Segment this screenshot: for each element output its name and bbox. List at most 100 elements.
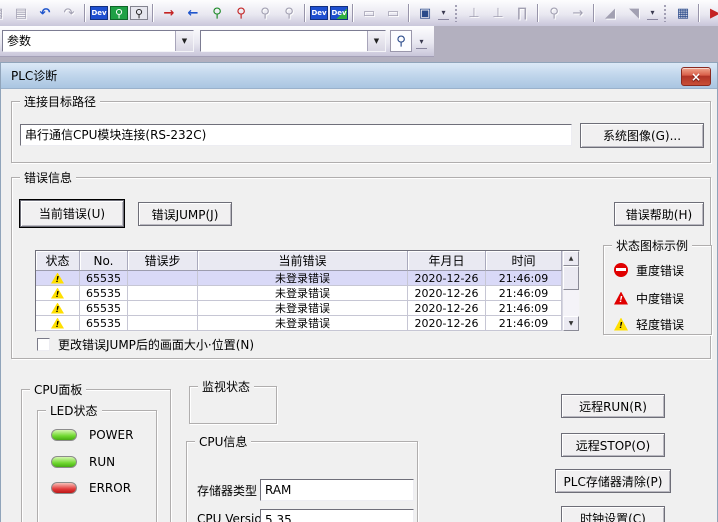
toolbar-overflow-icon[interactable]: ▾ <box>438 6 449 20</box>
ladder-symbol-icon-2: ⊥ <box>487 3 509 23</box>
no-entry-icon <box>614 263 628 277</box>
connection-path-field[interactable]: 串行通信CPU模块连接(RS-232C) <box>20 124 572 146</box>
clock-setting-button[interactable]: 时钟设置(C) <box>561 506 665 522</box>
parameter-combobox[interactable]: 参数 ▼ <box>2 30 194 52</box>
error-jump-button[interactable]: 错误JUMP(J) <box>138 202 232 226</box>
close-icon: × <box>691 71 701 83</box>
chevron-down-icon[interactable]: ▼ <box>175 31 193 51</box>
date-cell: 2020-12-26 <box>408 316 486 331</box>
application-window: ▧▤↶↷Dev⚲⚲→←⚲⚲⚲⚲DevDev▭▭▣▾⊥⊥∏⚲→◢◥▾▦▶⚠ 参数 … <box>0 0 718 522</box>
close-button[interactable]: × <box>681 67 711 86</box>
scrollbar-thumb[interactable] <box>563 266 579 290</box>
column-header: 错误步 <box>128 251 198 271</box>
undo-icon[interactable]: ↶ <box>34 3 56 23</box>
current-error-button[interactable]: 当前错误(U) <box>20 200 124 227</box>
error-info-group: 错误信息 当前错误(U) 错误JUMP(J) 错误帮助(H) 状态No.错误步当… <box>11 177 711 359</box>
toolbar-overflow-icon-3[interactable]: ▾ <box>416 34 427 49</box>
group-label: 连接目标路径 <box>20 94 100 110</box>
date-cell: 2020-12-26 <box>408 271 486 286</box>
moderate-error-legend: 中度错误 <box>614 290 684 306</box>
error-no-cell: 65535 <box>80 316 128 331</box>
monitor-start-icon[interactable]: ⚲ <box>206 3 228 23</box>
plc-memory-clear-button[interactable]: PLC存储器清除(P) <box>555 469 671 493</box>
find-instruction-icon[interactable]: ⚲ <box>130 6 148 20</box>
parameter-combobox-value: 参数 <box>3 31 175 51</box>
toolbar-separator <box>537 4 539 22</box>
error-table-body: ! 65535 未登录错误 2020-12-26 21:46:09 ! 6553… <box>36 271 579 331</box>
remote-operation-icon[interactable]: ▣ <box>414 3 436 23</box>
jump-icon: → <box>567 3 589 23</box>
legend-label: 轻度错误 <box>636 316 684 333</box>
write-to-plc-icon[interactable]: → <box>158 3 180 23</box>
device-search-icon: ⚲ <box>543 3 565 23</box>
jump-resize-checkbox-label[interactable]: 更改错误JUMP后的画面大小·位置(N) <box>58 336 254 353</box>
table-row[interactable]: ! 65535 未登录错误 2020-12-26 21:46:09 <box>36 301 579 316</box>
error-led: ERROR <box>51 481 131 495</box>
power-led: POWER <box>51 428 133 442</box>
current-error-cell: 未登录错误 <box>198 316 408 331</box>
group-label: LED状态 <box>46 403 102 419</box>
group-label: 错误信息 <box>20 170 76 186</box>
error-table-header: 状态No.错误步当前错误年月日时间 <box>36 251 579 271</box>
column-header: 状态 <box>36 251 80 271</box>
cpu-version-field[interactable]: 5.35 <box>260 509 414 522</box>
device-combobox-value <box>201 31 367 51</box>
error-step-cell <box>128 301 198 316</box>
led-status-group: LED状态 POWER RUN ERROR <box>37 410 157 522</box>
table-row[interactable]: ! 65535 未登录错误 2020-12-26 21:46:09 <box>36 271 579 286</box>
column-header: 时间 <box>486 251 562 271</box>
time-cell: 21:46:09 <box>486 301 562 316</box>
main-toolbar: ▧▤↶↷Dev⚲⚲→←⚲⚲⚲⚲DevDev▭▭▣▾⊥⊥∏⚲→◢◥▾▦▶⚠ <box>0 0 718 27</box>
plc-diagnosis-dialog: PLC诊断 × 连接目标路径 串行通信CPU模块连接(RS-232C) 系统图像… <box>0 62 718 522</box>
error-help-button[interactable]: 错误帮助(H) <box>614 202 704 226</box>
chevron-down-icon[interactable]: ▼ <box>367 31 385 51</box>
remote-stop-button[interactable]: 远程STOP(O) <box>561 433 665 457</box>
scroll-down-icon[interactable]: ▼ <box>563 316 579 331</box>
error-step-cell <box>128 286 198 301</box>
table-row[interactable]: ! 65535 未登录错误 2020-12-26 21:46:09 <box>36 316 579 331</box>
error-no-cell: 65535 <box>80 286 128 301</box>
find-device-icon[interactable]: Dev <box>90 6 108 20</box>
device-batch-monitor-icon[interactable]: Dev <box>330 6 348 20</box>
toolbar-grip-2[interactable] <box>663 4 667 22</box>
table-row[interactable]: ! 65535 未登录错误 2020-12-26 21:46:09 <box>36 286 579 301</box>
pulse-symbol-icon: ∏ <box>511 3 533 23</box>
group-label: CPU面板 <box>30 382 86 398</box>
warning-triangle-icon: ! <box>51 273 64 284</box>
document-search-icon[interactable]: ⚲ <box>390 30 412 52</box>
error-no-cell: 65535 <box>80 301 128 316</box>
jump-resize-checkbox[interactable] <box>37 338 50 351</box>
time-cell: 21:46:09 <box>486 286 562 301</box>
status-cell: ! <box>36 301 80 316</box>
read-from-plc-icon[interactable]: ← <box>182 3 204 23</box>
find-contact-icon[interactable]: ⚲ <box>110 6 128 20</box>
device-combobox[interactable]: ▼ <box>200 30 386 52</box>
table-scrollbar[interactable]: ▲ ▼ <box>562 251 579 331</box>
memory-type-field[interactable]: RAM <box>260 479 414 501</box>
run-mode-icon[interactable]: ▶ <box>704 3 718 23</box>
date-cell: 2020-12-26 <box>408 286 486 301</box>
column-header: 当前错误 <box>198 251 408 271</box>
date-cell: 2020-12-26 <box>408 301 486 316</box>
warning-triangle-icon: ! <box>51 303 64 314</box>
system-image-button[interactable]: 系统图像(G)... <box>580 123 704 148</box>
legend-label: 重度错误 <box>636 262 684 279</box>
toolbar-separator <box>408 4 410 22</box>
status-cell: ! <box>36 316 80 331</box>
scroll-up-icon[interactable]: ▲ <box>563 251 579 266</box>
remote-run-button[interactable]: 远程RUN(R) <box>561 394 665 418</box>
sampling-trace-icon[interactable]: ▦ <box>672 3 694 23</box>
toolbar-separator <box>593 4 595 22</box>
toolbar-separator <box>152 4 154 22</box>
trace-icon-1: ◢ <box>599 3 621 23</box>
memory-type-label: 存储器类型 <box>197 482 257 499</box>
led-label: POWER <box>89 428 133 442</box>
toolbar-grip[interactable] <box>454 4 458 22</box>
toolbar-overflow-icon-2[interactable]: ▾ <box>647 6 658 20</box>
device-test-icon[interactable]: Dev <box>310 6 328 20</box>
led-icon <box>51 456 77 468</box>
monitor-read-icon: ⚲ <box>278 3 300 23</box>
dialog-titlebar: PLC诊断 × <box>1 63 717 89</box>
red-triangle-icon <box>614 292 628 305</box>
monitor-stop-icon[interactable]: ⚲ <box>230 3 252 23</box>
